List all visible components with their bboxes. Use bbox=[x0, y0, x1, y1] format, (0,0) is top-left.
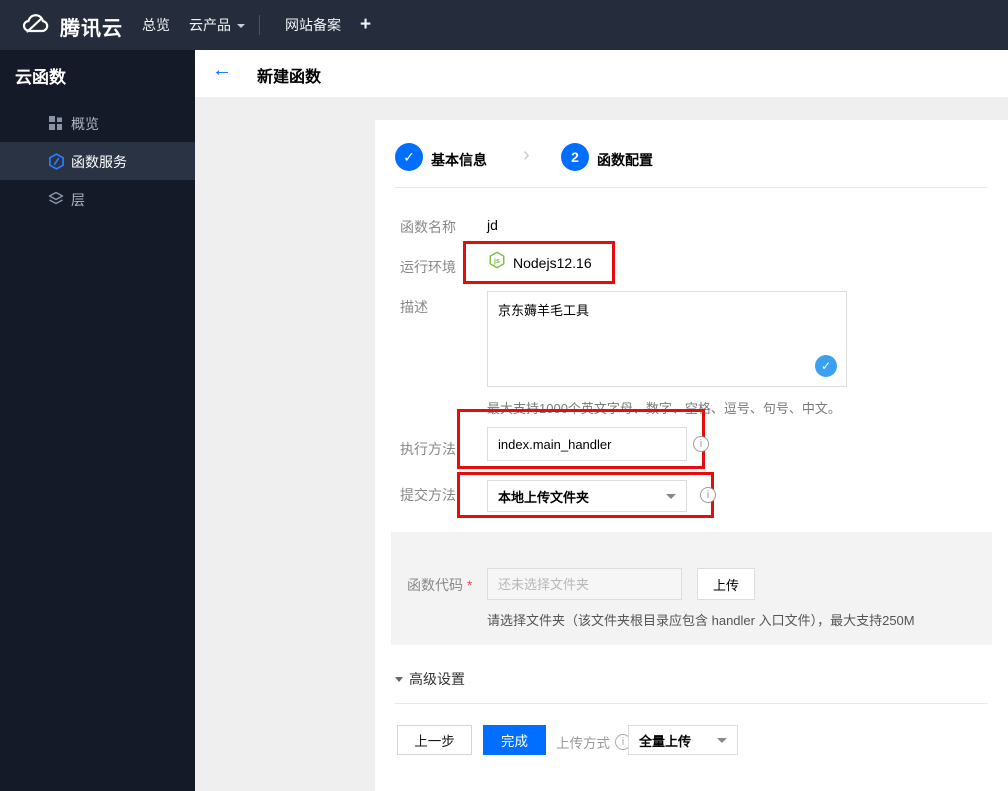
function-name-label: 函数名称 bbox=[400, 219, 456, 235]
folder-path-input[interactable] bbox=[487, 568, 682, 600]
nav-item-website-record[interactable]: 网站备案 bbox=[285, 0, 341, 50]
sidebar-item-function-service[interactable]: 函数服务 bbox=[0, 142, 195, 180]
brand-name: 腾讯云 bbox=[60, 18, 123, 40]
submit-method-label: 提交方法 bbox=[400, 487, 456, 503]
sidebar-item-layers[interactable]: 层 bbox=[0, 180, 195, 218]
step1-check-circle-icon: ✓ bbox=[395, 143, 423, 171]
top-navbar: 腾讯云 总览 云产品 网站备案 + bbox=[0, 0, 1008, 50]
prev-step-button[interactable]: 上一步 bbox=[397, 725, 472, 755]
advanced-settings-label: 高级设置 bbox=[409, 671, 465, 687]
function-code-helper-text: 请选择文件夹（该文件夹根目录应包含 handler 入口文件），最大支持250M bbox=[487, 613, 915, 628]
step-chevron-icon: › bbox=[523, 144, 530, 166]
submit-method-select[interactable]: 本地上传文件夹 bbox=[487, 480, 687, 512]
sidebar: 云函数 概览 函数服务 层 bbox=[0, 50, 195, 791]
dropdown-caret-icon bbox=[666, 493, 676, 499]
advanced-settings-toggle[interactable]: 高级设置 bbox=[395, 669, 465, 689]
sidebar-item-label: 概览 bbox=[71, 116, 99, 132]
required-asterisk: * bbox=[466, 577, 473, 593]
description-textarea[interactable]: 京东薅羊毛工具 bbox=[488, 292, 846, 386]
page-header: ← 新建函数 bbox=[195, 50, 1008, 97]
sidebar-item-overview[interactable]: 概览 bbox=[0, 104, 195, 142]
overview-grid-icon bbox=[48, 115, 64, 131]
layers-icon bbox=[48, 191, 64, 207]
sidebar-item-label: 层 bbox=[71, 192, 85, 208]
runtime-label: 运行环境 bbox=[400, 259, 456, 275]
step1-label: 基本信息 bbox=[431, 152, 487, 168]
runtime-value: Nodejs12.16 bbox=[513, 254, 592, 271]
upload-mode-value: 全量上传 bbox=[639, 733, 692, 749]
nodejs-icon: js bbox=[488, 251, 506, 274]
nav-item-cloud-products[interactable]: 云产品 bbox=[189, 0, 245, 50]
nav-item-overview[interactable]: 总览 bbox=[142, 0, 170, 50]
handler-label: 执行方法 bbox=[400, 441, 456, 457]
handler-info-icon[interactable]: i bbox=[693, 436, 709, 452]
function-code-section: 函数代码 * 上传 请选择文件夹（该文件夹根目录应包含 handler 入口文件… bbox=[391, 532, 992, 645]
create-function-card: ✓ 基本信息 › 2 函数配置 函数名称 jd 运行环境 js Nodejs12… bbox=[375, 120, 1008, 791]
cloud-logo-icon bbox=[18, 12, 52, 41]
finish-button[interactable]: 完成 bbox=[483, 725, 546, 755]
step2-number-circle: 2 bbox=[561, 143, 589, 171]
page-title: 新建函数 bbox=[257, 69, 322, 86]
collapse-triangle-icon bbox=[395, 676, 403, 682]
svg-text:js: js bbox=[493, 256, 500, 265]
step2-label: 函数配置 bbox=[597, 152, 653, 168]
function-name-value: jd bbox=[487, 217, 498, 233]
description-label: 描述 bbox=[400, 299, 428, 315]
handler-input[interactable] bbox=[487, 427, 687, 461]
submit-method-info-icon[interactable]: i bbox=[700, 487, 716, 503]
sidebar-item-label: 函数服务 bbox=[71, 154, 127, 170]
tencent-cloud-logo[interactable]: 腾讯云 bbox=[18, 12, 123, 41]
submit-method-value: 本地上传文件夹 bbox=[498, 489, 590, 505]
nav-divider bbox=[259, 15, 260, 35]
upload-mode-label: 上传方式 bbox=[556, 736, 610, 751]
back-arrow-icon[interactable]: ← bbox=[212, 59, 232, 82]
dropdown-caret-icon bbox=[717, 737, 727, 743]
chevron-down-icon bbox=[237, 24, 245, 28]
function-code-label: 函数代码 * bbox=[407, 577, 473, 593]
sidebar-title: 云函数 bbox=[15, 68, 66, 87]
upload-button[interactable]: 上传 bbox=[697, 568, 755, 600]
steps-divider bbox=[395, 187, 988, 188]
nav-add-tab-button[interactable]: + bbox=[360, 0, 371, 50]
function-hexagon-icon bbox=[48, 153, 64, 170]
description-field-wrap: 京东薅羊毛工具 ✓ bbox=[487, 291, 847, 387]
upload-mode-label-wrap: 上传方式 i bbox=[556, 732, 631, 752]
description-valid-check-icon: ✓ bbox=[815, 355, 837, 377]
footer-divider bbox=[395, 703, 988, 704]
annotation-box-runtime: js Nodejs12.16 bbox=[463, 241, 615, 284]
upload-mode-select[interactable]: 全量上传 bbox=[628, 725, 738, 755]
